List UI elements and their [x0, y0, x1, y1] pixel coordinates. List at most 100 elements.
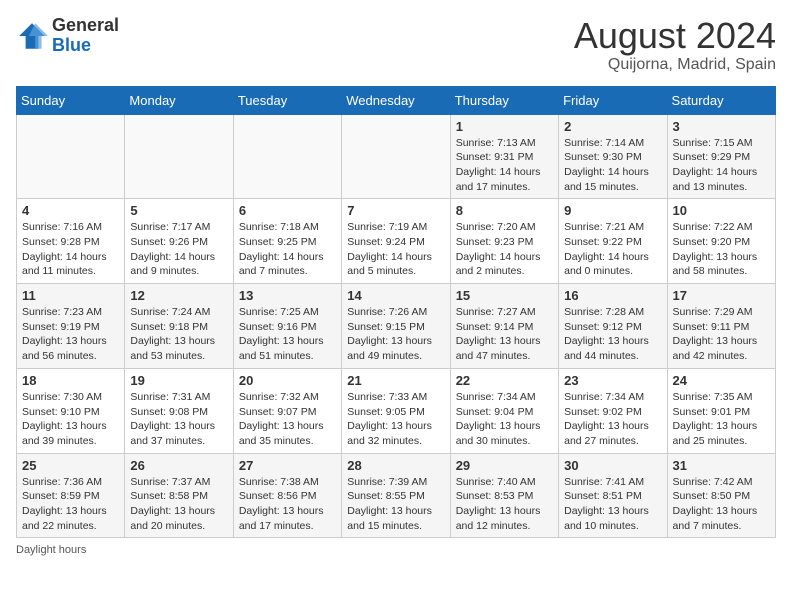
day-number: 7: [347, 203, 444, 218]
calendar-cell: 11Sunrise: 7:23 AMSunset: 9:19 PMDayligh…: [17, 284, 125, 369]
day-number: 22: [456, 373, 553, 388]
title-block: August 2024 Quijorna, Madrid, Spain: [574, 16, 776, 74]
day-info: Sunrise: 7:34 AMSunset: 9:04 PMDaylight:…: [456, 390, 553, 449]
day-number: 16: [564, 288, 661, 303]
day-info: Sunrise: 7:40 AMSunset: 8:53 PMDaylight:…: [456, 475, 553, 534]
calendar-cell: [17, 114, 125, 199]
day-info: Sunrise: 7:14 AMSunset: 9:30 PMDaylight:…: [564, 136, 661, 195]
day-number: 25: [22, 458, 119, 473]
day-info: Sunrise: 7:15 AMSunset: 9:29 PMDaylight:…: [673, 136, 770, 195]
calendar-cell: 6Sunrise: 7:18 AMSunset: 9:25 PMDaylight…: [233, 199, 341, 284]
calendar-cell: 25 Sunrise: 7:36 AMSunset: 8:59 PMDayligh…: [17, 453, 125, 538]
day-number: 24: [673, 373, 770, 388]
day-number: 29: [456, 458, 553, 473]
calendar-cell: 27 Sunrise: 7:38 AMSunset: 8:56 PMDayligh…: [233, 453, 341, 538]
day-number: 13: [239, 288, 336, 303]
weekday-header: Saturday: [667, 86, 775, 114]
day-info: Sunrise: 7:32 AMSunset: 9:07 PMDaylight:…: [239, 390, 336, 449]
day-number: 19: [130, 373, 227, 388]
weekday-header: Thursday: [450, 86, 558, 114]
day-info: Sunrise: 7:28 AMSunset: 9:12 PMDaylight:…: [564, 305, 661, 364]
footer-note: Daylight hours: [16, 544, 776, 556]
day-number: 28: [347, 458, 444, 473]
calendar-cell: 24 Sunrise: 7:35 AMSunset: 9:01 PMDayligh…: [667, 368, 775, 453]
day-info: Sunrise: 7:31 AMSunset: 9:08 PMDaylight:…: [130, 390, 227, 449]
day-info: Sunrise: 7:13 AMSunset: 9:31 PMDaylight:…: [456, 136, 553, 195]
day-number: 2: [564, 119, 661, 134]
weekday-header: Sunday: [17, 86, 125, 114]
weekday-header: Friday: [559, 86, 667, 114]
calendar-cell: 30 Sunrise: 7:41 AMSunset: 8:51 PMDayligh…: [559, 453, 667, 538]
calendar-week-row: 4Sunrise: 7:16 AMSunset: 9:28 PMDaylight…: [17, 199, 776, 284]
calendar-cell: 22 Sunrise: 7:34 AMSunset: 9:04 PMDayligh…: [450, 368, 558, 453]
calendar-cell: 31Sunrise: 7:42 AMSunset: 8:50 PMDayligh…: [667, 453, 775, 538]
calendar-cell: 23 Sunrise: 7:34 AMSunset: 9:02 PMDayligh…: [559, 368, 667, 453]
day-info: Sunrise: 7:23 AMSunset: 9:19 PMDaylight:…: [22, 305, 119, 364]
logo-blue-text: Blue: [52, 35, 91, 55]
day-info: Sunrise: 7:21 AMSunset: 9:22 PMDaylight:…: [564, 220, 661, 279]
day-number: 5: [130, 203, 227, 218]
day-info: Sunrise: 7:34 AMSunset: 9:02 PMDaylight:…: [564, 390, 661, 449]
weekday-header: Tuesday: [233, 86, 341, 114]
day-number: 12: [130, 288, 227, 303]
calendar-cell: 16 Sunrise: 7:28 AMSunset: 9:12 PMDayligh…: [559, 284, 667, 369]
day-number: 20: [239, 373, 336, 388]
calendar-week-row: 1 Sunrise: 7:13 AMSunset: 9:31 PMDaylight…: [17, 114, 776, 199]
day-info: Sunrise: 7:25 AMSunset: 9:16 PMDaylight:…: [239, 305, 336, 364]
day-info: Sunrise: 7:36 AMSunset: 8:59 PMDaylight:…: [22, 475, 119, 534]
day-info: Sunrise: 7:27 AMSunset: 9:14 PMDaylight:…: [456, 305, 553, 364]
day-number: 17: [673, 288, 770, 303]
calendar-cell: 28Sunrise: 7:39 AMSunset: 8:55 PMDayligh…: [342, 453, 450, 538]
calendar-cell: [125, 114, 233, 199]
weekday-header: Monday: [125, 86, 233, 114]
calendar-cell: 21Sunrise: 7:33 AMSunset: 9:05 PMDayligh…: [342, 368, 450, 453]
calendar-cell: 14Sunrise: 7:26 AMSunset: 9:15 PMDayligh…: [342, 284, 450, 369]
calendar-cell: 18 Sunrise: 7:30 AMSunset: 9:10 PMDayligh…: [17, 368, 125, 453]
day-number: 3: [673, 119, 770, 134]
day-info: Sunrise: 7:30 AMSunset: 9:10 PMDaylight:…: [22, 390, 119, 449]
calendar-cell: 1 Sunrise: 7:13 AMSunset: 9:31 PMDaylight…: [450, 114, 558, 199]
day-number: 30: [564, 458, 661, 473]
page-header: General Blue August 2024 Quijorna, Madri…: [16, 16, 776, 74]
calendar-table: SundayMondayTuesdayWednesdayThursdayFrid…: [16, 86, 776, 539]
day-number: 10: [673, 203, 770, 218]
location: Quijorna, Madrid, Spain: [574, 56, 776, 74]
day-info: Sunrise: 7:22 AMSunset: 9:20 PMDaylight:…: [673, 220, 770, 279]
day-number: 27: [239, 458, 336, 473]
weekday-header: Wednesday: [342, 86, 450, 114]
day-info: Sunrise: 7:19 AMSunset: 9:24 PMDaylight:…: [347, 220, 444, 279]
day-number: 1: [456, 119, 553, 134]
calendar-week-row: 25 Sunrise: 7:36 AMSunset: 8:59 PMDayligh…: [17, 453, 776, 538]
day-number: 23: [564, 373, 661, 388]
calendar-cell: 8Sunrise: 7:20 AMSunset: 9:23 PMDaylight…: [450, 199, 558, 284]
day-info: Sunrise: 7:18 AMSunset: 9:25 PMDaylight:…: [239, 220, 336, 279]
day-info: Sunrise: 7:35 AMSunset: 9:01 PMDaylight:…: [673, 390, 770, 449]
weekday-header-row: SundayMondayTuesdayWednesdayThursdayFrid…: [17, 86, 776, 114]
month-year: August 2024: [574, 16, 776, 56]
calendar-cell: 29 Sunrise: 7:40 AMSunset: 8:53 PMDayligh…: [450, 453, 558, 538]
logo-icon: [16, 20, 48, 52]
day-info: Sunrise: 7:20 AMSunset: 9:23 PMDaylight:…: [456, 220, 553, 279]
calendar-cell: [342, 114, 450, 199]
calendar-cell: 19 Sunrise: 7:31 AMSunset: 9:08 PMDayligh…: [125, 368, 233, 453]
calendar-cell: 20 Sunrise: 7:32 AMSunset: 9:07 PMDayligh…: [233, 368, 341, 453]
day-number: 31: [673, 458, 770, 473]
calendar-cell: 13 Sunrise: 7:25 AMSunset: 9:16 PMDayligh…: [233, 284, 341, 369]
logo: General Blue: [16, 16, 119, 56]
calendar-cell: 26Sunrise: 7:37 AMSunset: 8:58 PMDayligh…: [125, 453, 233, 538]
calendar-cell: 15 Sunrise: 7:27 AMSunset: 9:14 PMDayligh…: [450, 284, 558, 369]
calendar-cell: 17Sunrise: 7:29 AMSunset: 9:11 PMDayligh…: [667, 284, 775, 369]
calendar-week-row: 18 Sunrise: 7:30 AMSunset: 9:10 PMDayligh…: [17, 368, 776, 453]
calendar-cell: 12Sunrise: 7:24 AMSunset: 9:18 PMDayligh…: [125, 284, 233, 369]
calendar-cell: 3 Sunrise: 7:15 AMSunset: 9:29 PMDaylight…: [667, 114, 775, 199]
calendar-cell: 10 Sunrise: 7:22 AMSunset: 9:20 PMDayligh…: [667, 199, 775, 284]
calendar-cell: 2 Sunrise: 7:14 AMSunset: 9:30 PMDaylight…: [559, 114, 667, 199]
calendar-cell: [233, 114, 341, 199]
day-number: 15: [456, 288, 553, 303]
day-info: Sunrise: 7:16 AMSunset: 9:28 PMDaylight:…: [22, 220, 119, 279]
calendar-cell: 7 Sunrise: 7:19 AMSunset: 9:24 PMDaylight…: [342, 199, 450, 284]
day-number: 21: [347, 373, 444, 388]
day-info: Sunrise: 7:38 AMSunset: 8:56 PMDaylight:…: [239, 475, 336, 534]
day-info: Sunrise: 7:41 AMSunset: 8:51 PMDaylight:…: [564, 475, 661, 534]
day-number: 18: [22, 373, 119, 388]
